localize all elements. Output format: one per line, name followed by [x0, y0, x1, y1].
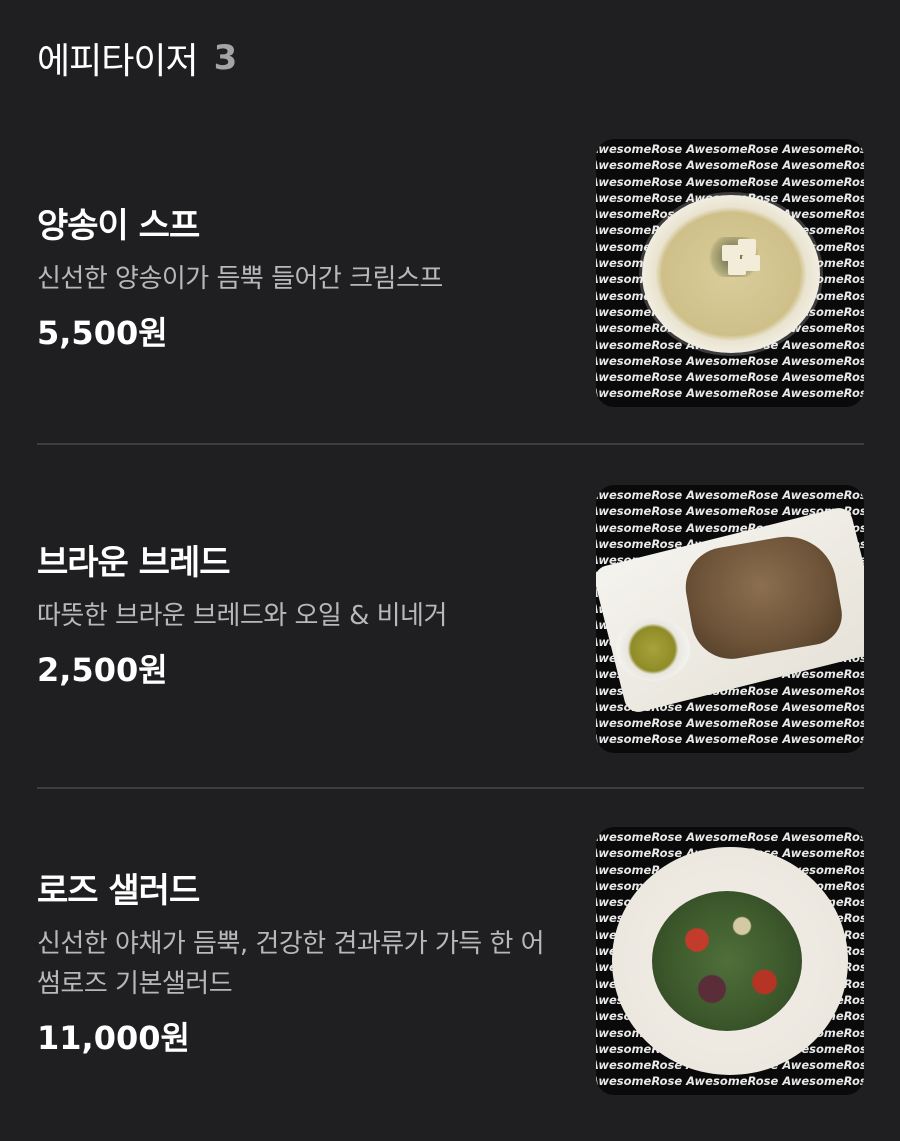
menu-item-name: 브라운 브레드 — [37, 543, 231, 583]
section-header: 에피타이저 3 — [37, 30, 237, 86]
section-item-count: 3 — [213, 38, 238, 78]
menu-item-price: 11,000원 — [37, 1019, 190, 1057]
section-title: 에피타이저 — [37, 41, 199, 82]
salad-greens — [652, 891, 802, 1031]
menu-list: 양송이 스프 신선한 양송이가 듬뿍 들어간 크림스프 5,500원 Aweso… — [37, 115, 864, 1139]
menu-item-name: 로즈 샐러드 — [37, 871, 200, 911]
menu-item-name: 양송이 스프 — [37, 206, 200, 246]
soup-bowl — [642, 195, 820, 353]
menu-item[interactable]: 양송이 스프 신선한 양송이가 듬뿍 들어간 크림스프 5,500원 Aweso… — [37, 115, 864, 445]
menu-item-info: 양송이 스프 신선한 양송이가 듬뿍 들어간 크림스프 5,500원 — [37, 115, 557, 443]
mushroom-soup-image[interactable]: AwesomeRose AwesomeRose AwesomeRose Aweso… — [596, 139, 864, 407]
menu-item[interactable]: 로즈 샐러드 신선한 야채가 듬뿍, 건강한 견과류가 가득 한 어썸로즈 기본… — [37, 789, 864, 1139]
menu-item-info: 로즈 샐러드 신선한 야채가 듬뿍, 건강한 견과류가 가득 한 어썸로즈 기본… — [37, 789, 557, 1139]
menu-item-description: 신선한 양송이가 듬뿍 들어간 크림스프 — [37, 264, 443, 294]
rose-salad-image[interactable]: AwesomeRose AwesomeRose AwesomeRose Aweso… — [596, 827, 864, 1095]
menu-item-description: 따뜻한 브라운 브레드와 오일 & 비네거 — [37, 601, 447, 631]
menu-item-price: 5,500원 — [37, 314, 168, 352]
menu-item-info: 브라운 브레드 따뜻한 브라운 브레드와 오일 & 비네거 2,500원 — [37, 445, 557, 787]
menu-item-description: 신선한 야채가 듬뿍, 건강한 견과류가 가득 한 어썸로즈 기본샐러드 — [37, 929, 545, 999]
brown-bread-image[interactable]: AwesomeRose AwesomeRose AwesomeRose Aweso… — [596, 485, 864, 753]
menu-item[interactable]: 브라운 브레드 따뜻한 브라운 브레드와 오일 & 비네거 2,500원 Awe… — [37, 445, 864, 789]
oil-dish — [616, 617, 690, 681]
menu-item-price: 2,500원 — [37, 651, 168, 689]
